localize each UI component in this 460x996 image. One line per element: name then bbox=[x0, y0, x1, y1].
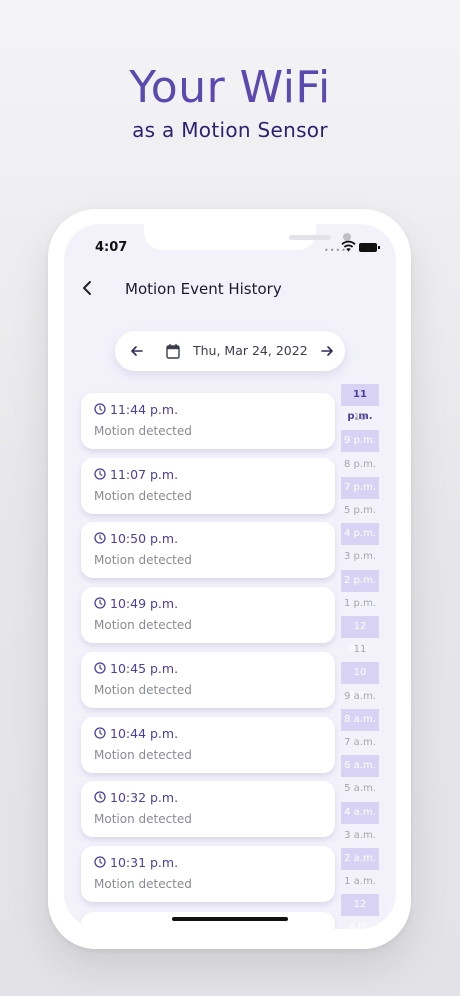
hour-index-item[interactable]: 11 p.m. bbox=[341, 384, 379, 422]
event-description: Motion detected bbox=[94, 747, 192, 762]
page-title: Motion Event History bbox=[125, 280, 282, 298]
event-card[interactable]: 10:49 p.m. Motion detected bbox=[81, 587, 335, 644]
hour-index-item[interactable]: 8 a.m. bbox=[341, 708, 379, 731]
clock-icon bbox=[94, 791, 106, 803]
event-description: Motion detected bbox=[94, 488, 192, 503]
hour-index-item[interactable]: 8 p.m. bbox=[341, 454, 379, 476]
event-description: Motion detected bbox=[94, 424, 192, 438]
hour-index-item[interactable]: 1 p.m. bbox=[341, 593, 379, 615]
event-card[interactable]: 10:50 p.m. Motion detected bbox=[81, 522, 335, 579]
hour-index-item[interactable]: 7 a.m. bbox=[341, 732, 379, 754]
event-time: 10:32 p.m. bbox=[110, 790, 179, 806]
clock-icon bbox=[94, 597, 106, 609]
hour-index-item[interactable]: 11 a.m. bbox=[341, 639, 379, 677]
app-screen: 4:07 •••• Motion Event History Thu, Mar … bbox=[64, 224, 396, 929]
hour-index-item[interactable]: 7 p.m. bbox=[341, 476, 379, 499]
promo-subline: as a Motion Sensor bbox=[132, 118, 328, 142]
clock-icon bbox=[94, 532, 106, 545]
event-time: 10:31 p.m. bbox=[110, 854, 179, 870]
date-selector: Thu, Mar 24, 2022 bbox=[115, 331, 345, 371]
event-time: 10:44 p.m. bbox=[110, 725, 179, 741]
wifi-icon bbox=[341, 240, 356, 252]
hour-index-item[interactable]: 3 p.m. bbox=[341, 546, 379, 568]
event-time: 10:49 p.m. bbox=[110, 596, 179, 612]
event-description: Motion detected bbox=[94, 812, 192, 827]
hour-index-item[interactable]: 12 a.m. bbox=[341, 894, 379, 929]
calendar-icon[interactable] bbox=[166, 343, 180, 359]
hour-index-item[interactable]: 2 a.m. bbox=[341, 848, 379, 870]
back-arrow-icon[interactable] bbox=[78, 278, 98, 298]
next-day-icon[interactable] bbox=[317, 341, 337, 361]
status-time: 4:07 bbox=[95, 240, 128, 255]
event-description: Motion detected bbox=[94, 618, 192, 633]
hour-index-item[interactable]: 12 p.m. bbox=[341, 616, 379, 654]
hour-index-item[interactable]: 10 a.m. bbox=[341, 662, 379, 700]
event-card[interactable]: 10:32 p.m. Motion detected bbox=[81, 781, 335, 838]
event-description: Motion detected bbox=[94, 553, 192, 568]
hour-index-item[interactable]: 9 a.m. bbox=[341, 686, 379, 708]
previous-day-icon[interactable] bbox=[127, 341, 147, 361]
hour-index-item[interactable]: 6 a.m. bbox=[341, 755, 379, 778]
home-indicator bbox=[172, 917, 288, 921]
event-time: 10:45 p.m. bbox=[110, 660, 179, 676]
clock-icon bbox=[94, 726, 106, 739]
event-card[interactable]: 10:45 p.m. Motion detected bbox=[81, 651, 335, 708]
hour-index-item[interactable]: 4 a.m. bbox=[341, 801, 379, 824]
clock-icon bbox=[94, 856, 106, 868]
event-description: Motion detected bbox=[94, 876, 192, 891]
event-card[interactable]: 11:44 p.m. Motion detected bbox=[81, 393, 335, 449]
phone-notch bbox=[144, 224, 351, 250]
promo-headline: Your WiFi bbox=[129, 62, 331, 113]
event-card[interactable]: 10:44 p.m. Motion detected bbox=[81, 716, 335, 773]
clock-icon bbox=[94, 403, 106, 415]
hour-index-item[interactable]: 1 a.m. bbox=[341, 871, 379, 893]
hour-index-item[interactable]: 5 p.m. bbox=[341, 500, 379, 522]
event-time: 11:07 p.m. bbox=[110, 466, 179, 482]
hour-index-item[interactable]: 10 p.m. bbox=[341, 407, 379, 445]
hour-index-item[interactable]: 2 p.m. bbox=[341, 569, 379, 592]
clock-icon bbox=[94, 662, 106, 674]
hour-index-item[interactable]: 4 p.m. bbox=[341, 523, 379, 546]
clock-icon bbox=[94, 468, 106, 480]
battery-icon bbox=[359, 243, 380, 252]
event-card[interactable]: 11:07 p.m. Motion detected bbox=[81, 457, 335, 514]
event-card[interactable]: 10:31 p.m. Motion detected bbox=[81, 845, 335, 902]
event-time: 10:50 p.m. bbox=[110, 531, 179, 547]
status-icons: •••• bbox=[324, 240, 384, 255]
selected-date[interactable]: Thu, Mar 24, 2022 bbox=[193, 343, 308, 358]
event-description: Motion detected bbox=[94, 682, 192, 697]
event-time: 11:44 p.m. bbox=[110, 402, 179, 417]
hour-index-item[interactable]: 5 a.m. bbox=[341, 778, 379, 800]
hour-index-item[interactable]: 3 a.m. bbox=[341, 825, 379, 847]
hour-index-item[interactable]: 9 p.m. bbox=[341, 430, 379, 453]
